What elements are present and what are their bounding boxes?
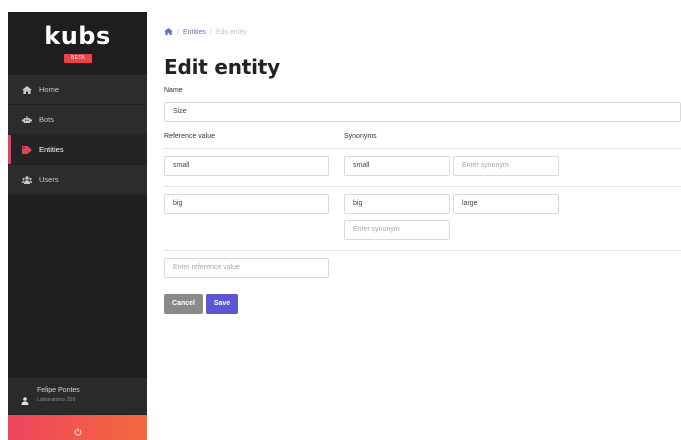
sidebar-nav: Home Bots Entities Users [8,75,147,195]
reference-input[interactable]: big [164,194,329,214]
save-button[interactable]: Save [206,294,238,314]
beta-badge: BETA [64,54,92,63]
breadcrumb: / Entities / Edit entity [164,28,247,37]
home-icon[interactable] [164,28,173,37]
sidebar-spacer [8,196,147,390]
reference-input[interactable]: small [164,156,329,176]
breadcrumb-link-entities[interactable]: Entities [183,29,206,36]
breadcrumb-current: Edit entity [215,29,247,36]
synonym-input[interactable]: large [453,194,559,214]
sidebar-item-entities[interactable]: Entities [8,135,147,164]
synonyms-header: Synonyms [344,133,377,140]
users-icon [22,175,32,184]
home-icon [22,85,32,94]
name-label: Name [164,87,183,94]
user-name: Felipe Pontes [37,387,80,394]
breadcrumb-separator: / [177,29,179,36]
new-reference-input[interactable]: Enter reference value [164,258,329,278]
page-title: Edit entity [164,55,280,79]
brand-logo[interactable]: kubs [8,22,147,50]
divider [164,148,681,149]
bot-icon [22,115,32,124]
sidebar-item-label: Users [39,174,59,184]
sidebar-item-users[interactable]: Users [8,165,147,194]
power-icon [74,423,82,436]
reference-value-header: Reference value [164,133,215,140]
synonym-input-empty[interactable]: Enter synonym [453,156,559,176]
user-organization: Laboratório 259 [37,397,76,403]
sidebar-item-home[interactable]: Home [8,75,147,104]
sidebar: kubs BETA Home Bots Entities Users Felip… [8,12,147,440]
name-input[interactable]: Size [164,102,681,122]
sidebar-item-label: Entities [39,144,64,154]
user-profile[interactable]: Felipe Pontes Laboratório 259 [8,378,147,414]
sidebar-item-label: Bots [39,114,55,124]
cancel-button[interactable]: Cancel [164,294,203,314]
synonym-input[interactable]: big [344,194,450,214]
tag-icon [22,145,32,154]
divider [164,250,681,251]
logout-button[interactable] [8,415,147,440]
brand-header: kubs BETA [8,12,147,74]
synonym-input-empty[interactable]: Enter synonym [344,220,450,240]
sidebar-item-bots[interactable]: Bots [8,105,147,134]
user-icon [21,392,29,405]
synonym-input[interactable]: small [344,156,450,176]
sidebar-item-label: Home [39,84,60,94]
divider [164,186,681,187]
breadcrumb-separator: / [209,29,212,36]
